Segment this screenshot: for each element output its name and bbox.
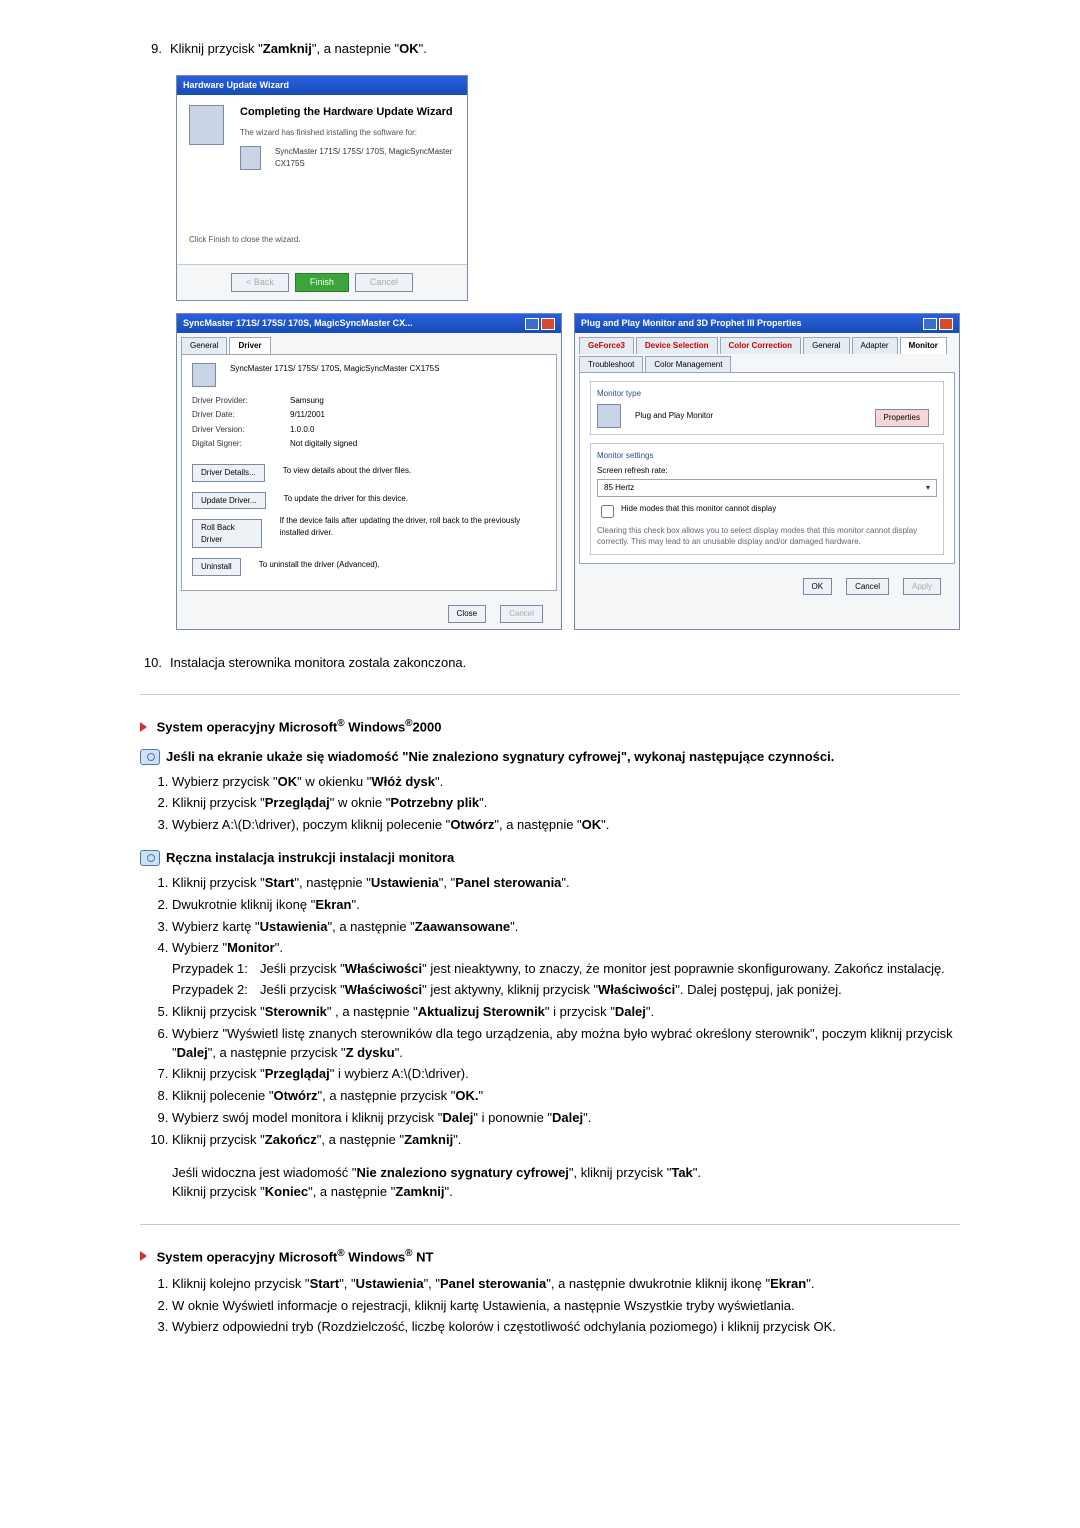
help-icon[interactable] (923, 318, 937, 330)
list-item: Kliknij przycisk "Przeglądaj" w oknie "P… (172, 794, 960, 813)
chevron-down-icon: ▾ (926, 482, 930, 494)
hide-modes-note: Clearing this check box allows you to se… (597, 525, 937, 548)
list-item: W oknie Wyświetl informacje o rejestracj… (172, 1297, 960, 1316)
signature-steps: Wybierz przycisk "OK" w okienku "Włóż dy… (140, 773, 960, 836)
update-driver-button[interactable]: Update Driver... (192, 492, 266, 510)
tab-geforce[interactable]: GeForce3 (579, 337, 634, 354)
wizard-device: SyncMaster 171S/ 175S/ 170S, MagicSyncMa… (275, 146, 455, 170)
rollback-driver-button[interactable]: Roll Back Driver (192, 519, 262, 548)
nt-steps: Kliknij kolejno przycisk "Start", "Ustaw… (140, 1275, 960, 1338)
driver-device: SyncMaster 171S/ 175S/ 170S, MagicSyncMa… (230, 363, 439, 387)
wizard-title: Hardware Update Wizard (183, 79, 289, 92)
props-apply-button[interactable]: Apply (903, 578, 941, 596)
uninstall-driver-button[interactable]: Uninstall (192, 558, 241, 576)
list-item: Wybierz przycisk "OK" w okienku "Włóż dy… (172, 773, 960, 792)
list-item: Wybierz "Wyświetl listę znanych sterowni… (172, 1025, 960, 1063)
section-divider (140, 1224, 960, 1225)
list-item: Dwukrotnie kliknij ikonę "Ekran". (172, 896, 960, 915)
section-divider (140, 694, 960, 695)
tab-color-mgmt[interactable]: Color Management (645, 356, 731, 373)
driver-close-button[interactable]: Close (448, 605, 486, 623)
step-text: Kliknij przycisk "Zamknij", a nastepnie … (170, 40, 427, 59)
list-item: Kliknij przycisk "Sterownik" , a następn… (172, 1003, 960, 1022)
list-item: Wybierz "Monitor". Przypadek 1: Jeśli pr… (172, 939, 960, 1000)
list-item: Wybierz kartę "Ustawienia", a następnie … (172, 918, 960, 937)
key-icon (140, 850, 160, 866)
tab-general[interactable]: General (803, 337, 849, 354)
props-cancel-button[interactable]: Cancel (846, 578, 889, 596)
hide-modes-checkbox[interactable] (601, 505, 614, 518)
step-number: 10. (140, 654, 162, 673)
tab-device-selection[interactable]: Device Selection (636, 337, 718, 354)
subsection-signature: Jeśli na ekranie ukaże się wiadomość "Ni… (140, 748, 960, 767)
wizard-finish-button[interactable]: Finish (295, 273, 349, 292)
monitor-settings-group: Monitor settings Screen refresh rate: 85… (590, 443, 944, 555)
refresh-label: Screen refresh rate: (597, 465, 937, 477)
monitor-type-group: Monitor type Plug and Play Monitor Prope… (590, 381, 944, 435)
step-9: 9. Kliknij przycisk "Zamknij", a nastepn… (140, 40, 960, 59)
arrow-right-icon (140, 1249, 153, 1264)
close-icon[interactable] (541, 318, 555, 330)
tail-notes: Jeśli widoczna jest wiadomość "Nie znale… (172, 1164, 960, 1202)
device-icon (192, 363, 216, 387)
driver-date: 9/11/2001 (290, 409, 325, 421)
step-10: 10. Instalacja sterownika monitora zosta… (140, 654, 960, 673)
wizard-subtext: The wizard has finished installing the s… (240, 127, 455, 139)
driver-version: 1.0.0.0 (290, 424, 314, 436)
driver-title: SyncMaster 171S/ 175S/ 170S, MagicSyncMa… (183, 317, 413, 330)
list-item: Kliknij kolejno przycisk "Start", "Ustaw… (172, 1275, 960, 1294)
tab-color-correction[interactable]: Color Correction (720, 337, 802, 354)
screenshot-driver-properties: SyncMaster 171S/ 175S/ 170S, MagicSyncMa… (176, 313, 562, 630)
screenshot-monitor-properties: Plug and Play Monitor and 3D Prophet III… (574, 313, 960, 630)
properties-button[interactable]: Properties (875, 409, 929, 427)
list-item: Kliknij polecenie "Otwórz", a następnie … (172, 1087, 960, 1106)
props-ok-button[interactable]: OK (803, 578, 833, 596)
device-icon (240, 146, 261, 170)
section-heading-win2000: System operacyjny Microsoft® Windows®200… (140, 717, 960, 737)
tab-adapter[interactable]: Adapter (852, 337, 898, 354)
driver-provider: Samsung (290, 395, 324, 407)
wizard-titlebar: Hardware Update Wizard (177, 76, 467, 95)
screenshot-wizard: Hardware Update Wizard Completing the Ha… (176, 75, 468, 301)
driver-signer: Not digitally signed (290, 438, 357, 450)
list-item: Kliknij przycisk "Start", następnie "Ust… (172, 874, 960, 893)
close-icon[interactable] (939, 318, 953, 330)
list-item: Wybierz odpowiedni tryb (Rozdzielczość, … (172, 1318, 960, 1337)
monitor-type: Plug and Play Monitor (635, 410, 713, 422)
section-heading-winnt: System operacyjny Microsoft® Windows® NT (140, 1247, 960, 1267)
list-item: Wybierz A:\(D:\driver), poczym kliknij p… (172, 816, 960, 835)
step-number: 9. (140, 40, 162, 59)
props-title: Plug and Play Monitor and 3D Prophet III… (581, 317, 802, 330)
monitor-icon (597, 404, 621, 428)
driver-details-button[interactable]: Driver Details... (192, 464, 265, 482)
case-1: Przypadek 1: Jeśli przycisk "Właściwości… (172, 960, 960, 979)
driver-cancel-button[interactable]: Cancel (500, 605, 543, 623)
tab-troubleshoot[interactable]: Troubleshoot (579, 356, 643, 373)
wizard-hero-icon (189, 105, 224, 145)
tab-driver[interactable]: Driver (229, 337, 270, 354)
list-item: Wybierz swój model monitora i kliknij pr… (172, 1109, 960, 1128)
wizard-cancel-button[interactable]: Cancel (355, 273, 413, 292)
tab-monitor[interactable]: Monitor (900, 337, 947, 354)
hide-modes-label: Hide modes that this monitor cannot disp… (621, 503, 776, 515)
screenshot-cluster: Hardware Update Wizard Completing the Ha… (176, 75, 960, 630)
case-2: Przypadek 2: Jeśli przycisk "Właściwości… (172, 981, 960, 1000)
wizard-click-finish: Click Finish to close the wizard. (189, 234, 455, 246)
manual-steps: Kliknij przycisk "Start", następnie "Ust… (140, 874, 960, 1150)
help-icon[interactable] (525, 318, 539, 330)
list-item: Kliknij przycisk "Przeglądaj" i wybierz … (172, 1065, 960, 1084)
step-text: Instalacja sterownika monitora zostala z… (170, 654, 466, 673)
list-item: Kliknij przycisk "Zakończ", a następnie … (172, 1131, 960, 1150)
wizard-heading: Completing the Hardware Update Wizard (240, 105, 455, 121)
arrow-right-icon (140, 720, 153, 735)
wizard-back-button[interactable]: < Back (231, 273, 289, 292)
subsection-manual-install: Ręczna instalacja instrukcji instalacji … (140, 849, 960, 868)
refresh-select[interactable]: 85 Hertz ▾ (597, 479, 937, 497)
key-icon (140, 749, 160, 765)
tab-general[interactable]: General (181, 337, 227, 354)
